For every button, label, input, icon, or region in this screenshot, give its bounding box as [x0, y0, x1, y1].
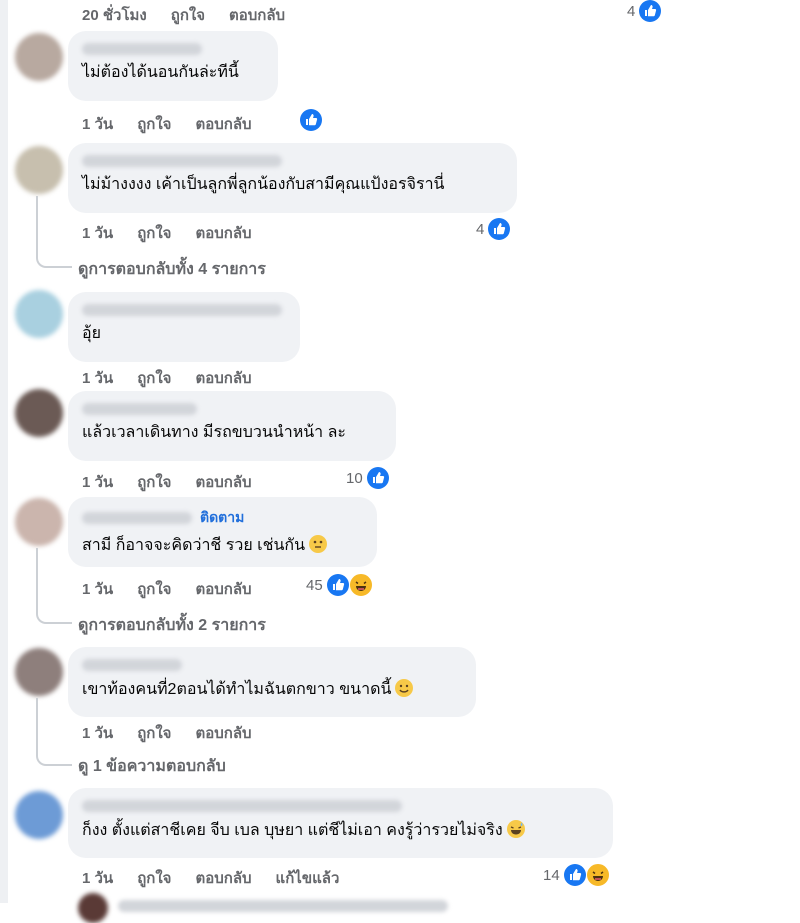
comment-actions: 1 วัน ถูกใจ ตอบกลับ [82, 221, 276, 245]
author-name[interactable] [82, 304, 282, 316]
reply-link[interactable]: ตอบกลับ [229, 3, 285, 27]
avatar[interactable] [15, 146, 63, 194]
like-link[interactable]: ถูกใจ [137, 721, 171, 745]
reaction-count: 14 [543, 866, 560, 884]
follow-link[interactable]: ติดตาม [200, 507, 244, 529]
author-name[interactable] [82, 155, 282, 167]
comment-time[interactable]: 1 วัน [82, 470, 113, 494]
view-replies-link[interactable]: ดู 1 ข้อความตอบกลับ [78, 754, 226, 779]
like-link[interactable]: ถูกใจ [137, 470, 171, 494]
like-link[interactable]: ถูกใจ [137, 366, 171, 390]
avatar[interactable] [78, 893, 108, 923]
like-icon [366, 467, 389, 489]
comment-text: ไม่ต้องได้นอนกันล่ะทีนี้ [82, 64, 239, 81]
reply-thread-line [36, 196, 72, 268]
comment-actions: 1 วัน ถูกใจ ตอบกลับ [82, 577, 276, 601]
comment-bubble: ไม่ต้องได้นอนกันล่ะทีนี้ [68, 31, 278, 101]
comment-actions: 1 วัน ถูกใจ ตอบกลับ [82, 366, 276, 390]
like-link[interactable]: ถูกใจ [137, 577, 171, 601]
reply-link[interactable]: ตอบกลับ [195, 721, 251, 745]
comment-text: แล้วเวลาเดินทาง มีรถขบวนนำหน้า ละ [82, 424, 347, 441]
comment-time[interactable]: 20 ชั่วโมง [82, 3, 147, 27]
comment-time[interactable]: 1 วัน [82, 221, 113, 245]
comment-bubble: แล้วเวลาเดินทาง มีรถขบวนนำหน้า ละ [68, 391, 396, 461]
comment-text: สามี ก็อาจจะคิดว่าชี รวย เช่นกัน [82, 535, 363, 556]
avatar[interactable] [15, 33, 63, 81]
reply-link[interactable]: ตอบกลับ [195, 112, 251, 136]
laugh-icon [585, 863, 610, 887]
reaction-summary[interactable] [300, 109, 322, 131]
author-name[interactable] [82, 512, 192, 524]
author-name[interactable] [82, 659, 182, 671]
grin-sweat-emoji [506, 820, 525, 838]
like-link[interactable]: ถูกใจ [171, 3, 205, 27]
reaction-count: 4 [476, 220, 485, 238]
reply-thread-line [36, 548, 72, 624]
comment-actions: 1 วัน ถูกใจ ตอบกลับ [82, 470, 276, 494]
comment-bubble: ก็งง ตั้งแต่สาชีเคย จีบ เบล บุษยา แต่ชีไ… [68, 788, 613, 858]
comment-actions: 1 วัน ถูกใจ ตอบกลับ แก้ไขแล้ว [82, 866, 363, 890]
laugh-icon [348, 573, 373, 597]
author-name[interactable] [82, 800, 402, 812]
like-link[interactable]: ถูกใจ [137, 866, 171, 890]
comment-time[interactable]: 1 วัน [82, 366, 113, 390]
avatar[interactable] [15, 648, 63, 696]
reaction-count: 4 [627, 2, 636, 20]
comment-time[interactable]: 1 วัน [82, 112, 113, 136]
reply-link[interactable]: ตอบกลับ [195, 221, 251, 245]
comment-actions: 1 วัน ถูกใจ ตอบกลับ [82, 112, 276, 136]
smile-emoji [395, 679, 414, 697]
comment-actions: 1 วัน ถูกใจ ตอบกลับ [82, 721, 276, 745]
comment-text-body: ก็งง ตั้งแต่สาชีเคย จีบ เบล บุษยา แต่ชีไ… [82, 822, 503, 839]
like-link[interactable]: ถูกใจ [137, 221, 171, 245]
reaction-count: 10 [346, 469, 363, 487]
comment-time[interactable]: 1 วัน [82, 577, 113, 601]
comment-text-body: เขาท้องคนที่2ตอนได้ทำไมฉันตกขาว ขนาดนี้ [82, 681, 392, 698]
like-icon [639, 0, 662, 22]
reply-link[interactable]: ตอบกลับ [195, 366, 251, 390]
reaction-summary[interactable]: 4 [476, 218, 511, 240]
thinking-emoji [309, 535, 328, 553]
view-replies-link[interactable]: ดูการตอบกลับทั้ง 4 รายการ [78, 257, 266, 282]
comment-bubble: เขาท้องคนที่2ตอนได้ทำไมฉันตกขาว ขนาดนี้ [68, 647, 476, 717]
comment-bubble: ไม่ม้างงงง เค้าเป็นลูกพี่ลูกน้องกับสามีค… [68, 143, 517, 213]
author-row: ติดตาม [82, 507, 363, 529]
author-name[interactable] [82, 43, 202, 55]
like-icon [300, 109, 322, 131]
comment-text: ก็งง ตั้งแต่สาชีเคย จีบ เบล บุษยา แต่ชีไ… [82, 820, 599, 841]
view-replies-link[interactable]: ดูการตอบกลับทั้ง 2 รายการ [78, 613, 266, 638]
reply-link[interactable]: ตอบกลับ [195, 866, 251, 890]
reaction-count: 45 [306, 576, 323, 594]
avatar[interactable] [15, 290, 63, 338]
reply-link[interactable]: ตอบกลับ [195, 470, 251, 494]
like-link[interactable]: ถูกใจ [137, 112, 171, 136]
left-edge [0, 0, 8, 903]
reaction-summary[interactable]: 45 [306, 573, 373, 597]
partial-comment-text [118, 900, 448, 912]
comment-text: ไม่ม้างงงง เค้าเป็นลูกพี่ลูกน้องกับสามีค… [82, 176, 445, 193]
edited-label: แก้ไขแล้ว [275, 870, 340, 887]
reply-thread-line [36, 698, 72, 766]
comment-bubble: ติดตาม สามี ก็อาจจะคิดว่าชี รวย เช่นกัน [68, 497, 377, 567]
reply-link[interactable]: ตอบกลับ [195, 577, 251, 601]
avatar[interactable] [15, 498, 63, 546]
like-icon [563, 864, 586, 886]
like-icon [488, 218, 511, 240]
reaction-summary[interactable]: 10 [346, 467, 389, 489]
comment-time[interactable]: 1 วัน [82, 866, 113, 890]
avatar[interactable] [15, 389, 63, 437]
comment-text-body: สามี ก็อาจจะคิดว่าชี รวย เช่นกัน [82, 537, 306, 554]
reaction-summary[interactable]: 4 [627, 0, 662, 22]
top-actions: 20 ชั่วโมง ถูกใจ ตอบกลับ [82, 3, 309, 27]
author-name[interactable] [82, 403, 197, 415]
comment-text: เขาท้องคนที่2ตอนได้ทำไมฉันตกขาว ขนาดนี้ [82, 679, 462, 700]
reaction-summary[interactable]: 14 [543, 863, 610, 887]
comment-time[interactable]: 1 วัน [82, 721, 113, 745]
avatar[interactable] [15, 791, 63, 839]
comments-feed: 20 ชั่วโมง ถูกใจ ตอบกลับ 4 ไม่ต้องได้นอน… [0, 0, 800, 923]
comment-bubble: อุ้ย [68, 292, 300, 362]
comment-text: อุ้ย [82, 325, 101, 342]
like-icon [326, 574, 349, 596]
